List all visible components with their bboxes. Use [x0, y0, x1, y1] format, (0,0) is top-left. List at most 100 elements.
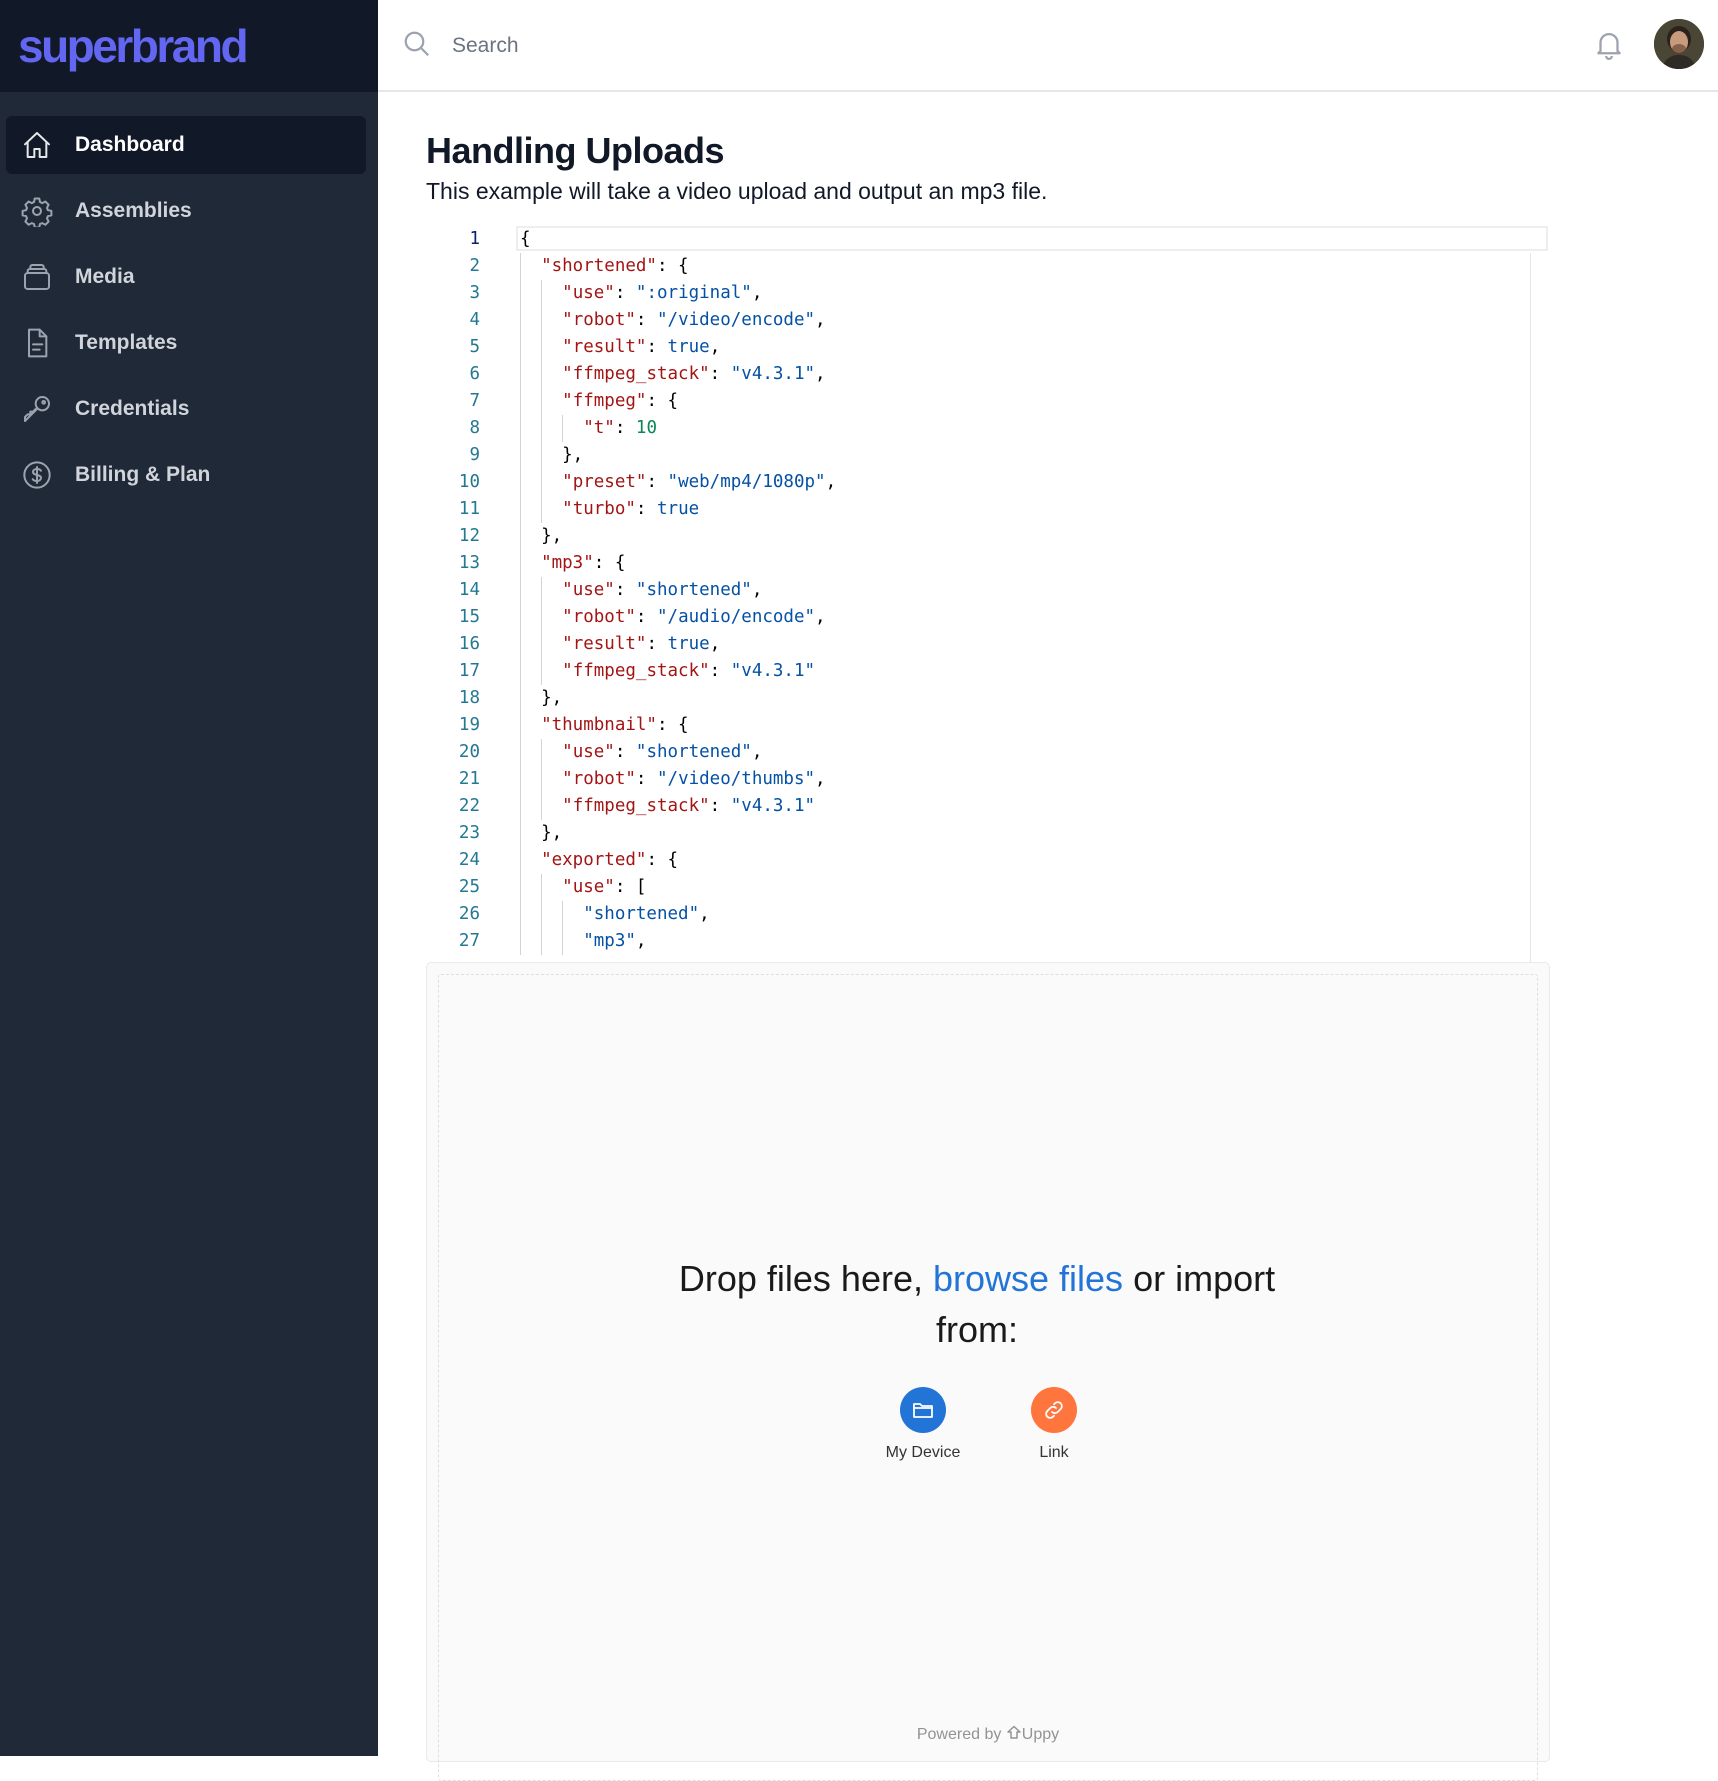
code-line: 7 "ffmpeg": { [426, 388, 1550, 415]
indent-guide [541, 739, 542, 766]
powered-by-label: Powered by [916, 1726, 1002, 1743]
code-text: "exported": { [541, 850, 679, 870]
indent-guide [541, 658, 542, 685]
stack-icon [20, 260, 54, 294]
indent-guide [520, 739, 521, 766]
line-number: 10 [458, 472, 480, 492]
top-bar [378, 0, 1718, 92]
drop-prompt: Drop files here, browse files or import … [647, 1253, 1307, 1355]
code-line: 10 "preset": "web/mp4/1080p", [426, 469, 1550, 496]
code-line: 20 "use": "shortened", [426, 739, 1550, 766]
indent-guide [520, 766, 521, 793]
code-line: 12 }, [426, 523, 1550, 550]
indent-guide [541, 928, 542, 955]
code-text: "mp3": { [541, 553, 626, 573]
browse-files-link[interactable]: browse files [933, 1258, 1123, 1299]
code-text: "robot": "/audio/encode", [562, 607, 826, 627]
code-text: "robot": "/video/encode", [562, 310, 826, 330]
search-input[interactable] [450, 24, 1054, 68]
code-editor[interactable]: 1{2 "shortened": {3 "use": ":original", 4… [426, 226, 1550, 962]
indent-guide [520, 874, 521, 901]
source-label: Link [1039, 1444, 1069, 1461]
source-link-button[interactable]: Link [999, 1387, 1109, 1462]
code-text: "preset": "web/mp4/1080p", [562, 472, 837, 492]
sidebar-item-credentials[interactable]: Credentials [6, 380, 366, 438]
indent-guide [541, 793, 542, 820]
code-text: "thumbnail": { [541, 715, 689, 735]
indent-guide [541, 280, 542, 307]
indent-guide [541, 469, 542, 496]
indent-guide [541, 604, 542, 631]
sidebar: superbrand Dashboard Assemblies Media Te… [0, 0, 378, 1756]
code-line: 17 "ffmpeg_stack": "v4.3.1" [426, 658, 1550, 685]
code-text: }, [520, 823, 563, 843]
indent-guide [520, 361, 521, 388]
bell-icon[interactable] [1592, 27, 1626, 61]
home-icon [20, 128, 54, 162]
line-number: 16 [458, 634, 480, 654]
brand-bar: superbrand [0, 0, 378, 92]
code-text: "shortened", [583, 904, 710, 924]
sidebar-item-assemblies[interactable]: Assemblies [6, 182, 366, 240]
indent-guide [541, 874, 542, 901]
indent-guide [520, 820, 521, 847]
uppy-logo-icon [1007, 1725, 1021, 1739]
line-number: 1 [469, 229, 480, 249]
indent-guide [520, 307, 521, 334]
code-line: 15 "robot": "/audio/encode", [426, 604, 1550, 631]
line-number: 8 [469, 418, 480, 438]
line-number: 11 [458, 499, 480, 519]
user-avatar[interactable] [1654, 19, 1704, 69]
code-text: "ffmpeg_stack": "v4.3.1" [562, 796, 816, 816]
indent-guide [541, 361, 542, 388]
line-number: 13 [458, 553, 480, 573]
source-label: My Device [885, 1444, 961, 1461]
code-text: "mp3", [583, 931, 647, 951]
drop-prefix: Drop files here, [678, 1258, 933, 1299]
line-number: 20 [458, 742, 480, 762]
code-line: 25 "use": [ [426, 874, 1550, 901]
indent-guide [520, 631, 521, 658]
file-uploader[interactable]: Drop files here, browse files or import … [426, 962, 1550, 1781]
code-text: { [520, 229, 531, 249]
code-line: 8 "t": 10 [426, 415, 1550, 442]
page-description: This example will take a video upload an… [426, 178, 1048, 204]
code-line: 23 }, [426, 820, 1550, 847]
indent-guide [541, 901, 542, 928]
code-text: "shortened": { [541, 256, 689, 276]
indent-guide [562, 928, 563, 955]
indent-guide [520, 793, 521, 820]
source-my-device-button[interactable]: My Device [868, 1387, 978, 1462]
code-text: "ffmpeg": { [562, 391, 679, 411]
indent-guide [520, 496, 521, 523]
indent-guide [520, 577, 521, 604]
sidebar-item-media[interactable]: Media [6, 248, 366, 306]
line-number: 26 [458, 904, 480, 924]
indent-guide [520, 604, 521, 631]
indent-guide [520, 334, 521, 361]
gear-icon [20, 194, 54, 228]
indent-guide [520, 469, 521, 496]
sidebar-item-label: Dashboard [75, 133, 185, 156]
line-number: 15 [458, 607, 480, 627]
indent-guide [520, 847, 521, 874]
indent-guide [520, 442, 521, 469]
key-icon [20, 392, 54, 426]
line-number: 9 [469, 445, 480, 465]
line-number: 27 [458, 931, 480, 951]
page-title: Handling Uploads [426, 130, 725, 171]
code-text: "use": [ [562, 877, 647, 897]
drop-zone[interactable] [438, 974, 1538, 1781]
sidebar-item-label: Media [75, 265, 135, 288]
brand-logo[interactable]: superbrand [18, 19, 249, 73]
code-line: 24 "exported": { [426, 847, 1550, 874]
sidebar-item-templates[interactable]: Templates [6, 314, 366, 372]
sidebar-item-billing[interactable]: Billing & Plan [6, 446, 366, 504]
indent-guide [541, 766, 542, 793]
code-text: "turbo": true [562, 499, 700, 519]
sidebar-item-dashboard[interactable]: Dashboard [6, 116, 366, 174]
line-number: 23 [458, 823, 480, 843]
code-line: 9 }, [426, 442, 1550, 469]
indent-guide [562, 415, 563, 442]
indent-guide [562, 901, 563, 928]
